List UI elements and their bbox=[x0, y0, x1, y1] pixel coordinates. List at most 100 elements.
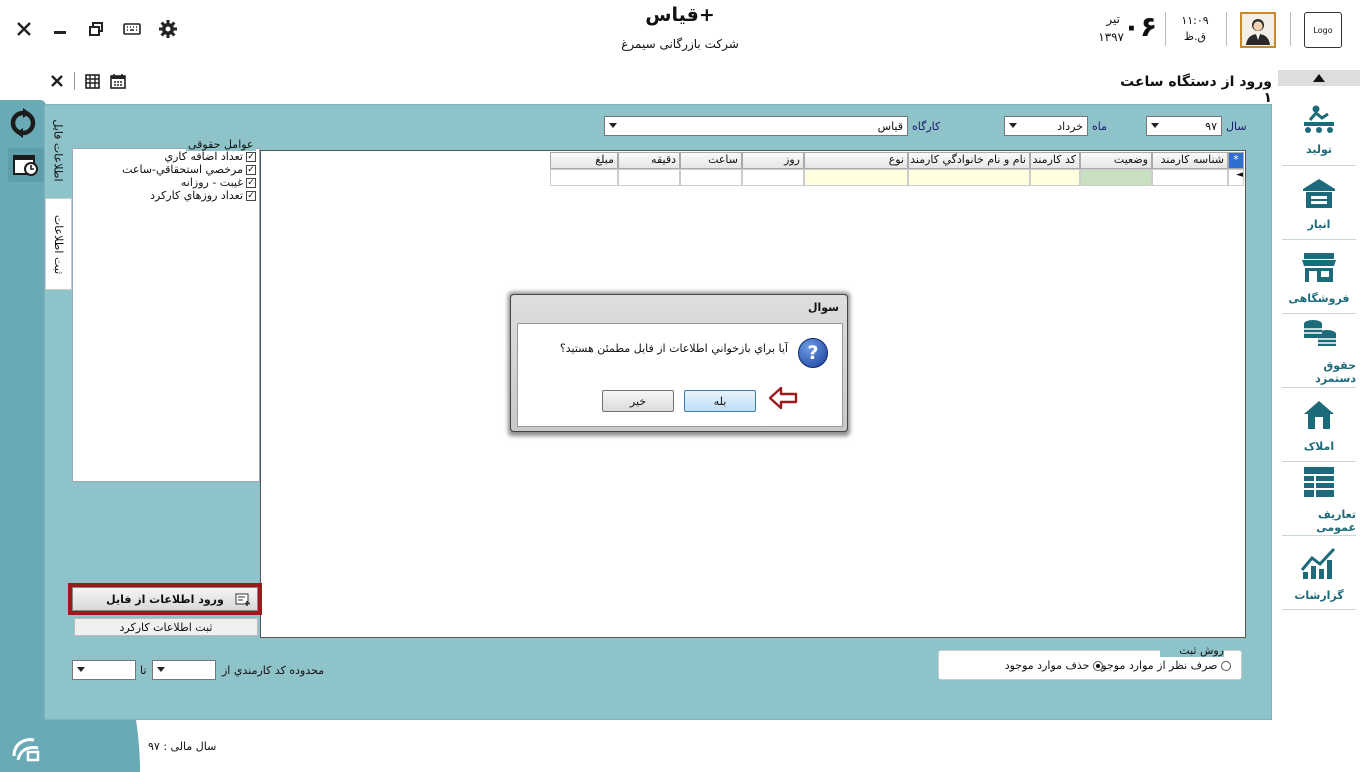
company-name: شرکت بازرگانی سیمرغ bbox=[621, 37, 739, 51]
nav-item-property[interactable]: املاک bbox=[1282, 390, 1356, 462]
page-title: ورود از دستگاه ساعت ۱ bbox=[1120, 74, 1272, 106]
grid-cell[interactable] bbox=[680, 169, 742, 186]
nav-item-label: تعاریف عمومی bbox=[1316, 508, 1356, 534]
restore-icon[interactable] bbox=[84, 17, 108, 41]
close-icon[interactable] bbox=[12, 17, 36, 41]
definitions-icon bbox=[1302, 465, 1336, 502]
salary-factor-item[interactable]: ✓ مرخصي استحقاقي-ساعت bbox=[122, 163, 256, 176]
calculator-icon[interactable] bbox=[85, 73, 100, 89]
grid-column-header[interactable]: وضعیت bbox=[1080, 152, 1152, 169]
grid-cell[interactable] bbox=[618, 169, 680, 186]
grid-column-header[interactable]: نام و نام خانوادگي کارمند bbox=[908, 152, 1030, 169]
import-from-file-button[interactable]: ورود اطلاعات از فایل bbox=[68, 583, 262, 615]
question-icon: ? bbox=[798, 338, 828, 368]
store-icon bbox=[1301, 251, 1337, 286]
month-select-value: خرداد bbox=[1057, 119, 1083, 133]
checkbox-icon[interactable]: ✓ bbox=[246, 177, 256, 188]
grid-column-header[interactable]: شناسه کارمند bbox=[1152, 152, 1228, 169]
option-ignore-existing[interactable]: صرف نظر از موارد موجود bbox=[1096, 659, 1231, 672]
timesheet-icon[interactable] bbox=[8, 148, 44, 182]
nav-item-warehouse[interactable]: انبار bbox=[1282, 168, 1356, 240]
user-icon bbox=[1246, 19, 1270, 45]
range-from-select[interactable] bbox=[152, 660, 216, 680]
payroll-icon bbox=[1301, 318, 1337, 353]
grid-cell[interactable] bbox=[742, 169, 804, 186]
chevron-down-icon bbox=[157, 667, 165, 672]
year-select[interactable]: ۹۷ bbox=[1146, 116, 1222, 136]
divider bbox=[1226, 12, 1227, 46]
salary-factor-item[interactable]: ✓ تعداد اضافه كاري bbox=[164, 150, 256, 163]
checkbox-icon[interactable]: ✓ bbox=[246, 164, 256, 175]
filter-row: سال ۹۷ ماه خرداد کارگاه قیاس bbox=[600, 116, 1248, 138]
salary-factor-item[interactable]: ✓ غيبت - روزانه bbox=[181, 176, 256, 189]
radio-icon[interactable] bbox=[1221, 661, 1231, 671]
grid-cell[interactable] bbox=[1080, 169, 1152, 186]
register-work-button[interactable]: ثبت اطلاعات کارکرد bbox=[74, 618, 258, 636]
keyboard-icon[interactable] bbox=[120, 17, 144, 41]
divider bbox=[74, 72, 75, 90]
checkbox-icon[interactable]: ✓ bbox=[246, 151, 256, 162]
grid-cell[interactable] bbox=[1030, 169, 1080, 186]
page-toolbar bbox=[50, 70, 126, 92]
divider bbox=[1165, 12, 1166, 46]
salary-factor-label: تعداد روزهاي كاركرد bbox=[150, 189, 243, 202]
workshop-select[interactable]: قیاس bbox=[604, 116, 908, 136]
chevron-down-icon bbox=[1151, 123, 1159, 128]
nav-item-definitions[interactable]: تعاریف عمومی bbox=[1282, 464, 1356, 536]
minimize-icon[interactable] bbox=[48, 17, 72, 41]
chevron-down-icon bbox=[609, 123, 617, 128]
dialog-body: ? آيا براي بازخواني اطلاعات از فايل مطمئ… bbox=[517, 323, 843, 427]
nav-item-label: انبار bbox=[1307, 217, 1331, 231]
nav-item-payroll[interactable]: حقوق دستمزد bbox=[1282, 316, 1356, 388]
grid-corner-icon: * bbox=[1228, 152, 1244, 169]
calendar-icon[interactable] bbox=[110, 73, 126, 89]
nav-item-label: تولید bbox=[1305, 142, 1332, 156]
yes-button[interactable]: بله bbox=[684, 390, 756, 412]
range-to-select[interactable] bbox=[72, 660, 136, 680]
tab-register-info[interactable]: ثبت اطلاعات bbox=[45, 198, 72, 290]
radio-selected-icon[interactable] bbox=[1093, 661, 1103, 671]
year-label: سال bbox=[1226, 120, 1247, 133]
arrow-left-icon bbox=[768, 386, 798, 413]
salary-factor-label: تعداد اضافه كاري bbox=[164, 150, 243, 163]
salary-factors-items: ✓ تعداد اضافه كاري ✓ مرخصي استحقاقي-ساعت ✓ غي… bbox=[72, 150, 260, 210]
grid-cell[interactable] bbox=[550, 169, 618, 186]
nav-item-store[interactable]: فروشگاهی bbox=[1282, 242, 1356, 314]
nav-item-label: گزارشات bbox=[1294, 588, 1344, 602]
brand-mark-icon bbox=[8, 730, 42, 767]
tab-file-info[interactable]: اطلاعات فایل bbox=[45, 110, 71, 190]
month-select[interactable]: خرداد bbox=[1004, 116, 1088, 136]
grid-column-header[interactable]: ساعت bbox=[680, 152, 742, 169]
checkbox-icon[interactable]: ✓ bbox=[246, 190, 256, 201]
warehouse-icon bbox=[1302, 177, 1336, 212]
grid-column-header[interactable]: دقيقه bbox=[618, 152, 680, 169]
year-select-value: ۹۷ bbox=[1205, 119, 1217, 133]
option-delete-existing[interactable]: حذف موارد موجود bbox=[1005, 659, 1103, 672]
grid-cell[interactable] bbox=[1152, 169, 1228, 186]
gear-icon[interactable] bbox=[156, 17, 180, 41]
window-controls bbox=[12, 14, 180, 44]
nav-scroll-up-icon[interactable] bbox=[1278, 70, 1360, 86]
no-button[interactable]: خير bbox=[602, 390, 674, 412]
app-title: قیاس+ bbox=[645, 4, 715, 26]
grid-column-header[interactable]: مبلغ bbox=[550, 152, 618, 169]
salary-factor-item[interactable]: ✓ تعداد روزهاي كاركرد bbox=[150, 189, 256, 202]
grid-cell[interactable] bbox=[908, 169, 1030, 186]
grid-row[interactable]: ◄ bbox=[548, 169, 1244, 186]
nav-item-production[interactable]: تولید bbox=[1282, 94, 1356, 166]
nav-item-reports[interactable]: گزارشات bbox=[1282, 538, 1356, 610]
grid-column-header[interactable]: روز bbox=[742, 152, 804, 169]
workshop-label: کارگاه bbox=[912, 120, 941, 133]
nav-item-label: حقوق دستمزد bbox=[1315, 359, 1356, 385]
chevron-down-icon bbox=[77, 667, 85, 672]
clock-time: ۱۱:۰۹ bbox=[1181, 14, 1209, 27]
refresh-icon[interactable] bbox=[8, 108, 38, 141]
grid-cell[interactable] bbox=[804, 169, 908, 186]
grid-column-header[interactable]: نوع bbox=[804, 152, 908, 169]
avatar[interactable] bbox=[1240, 12, 1276, 48]
nav-item-label: فروشگاهی bbox=[1288, 291, 1350, 305]
close-icon[interactable] bbox=[50, 74, 64, 88]
production-icon bbox=[1302, 104, 1336, 137]
employee-range: محدوده کد کارمندي از تا bbox=[72, 660, 332, 682]
grid-column-header[interactable]: کد کارمند bbox=[1030, 152, 1080, 169]
